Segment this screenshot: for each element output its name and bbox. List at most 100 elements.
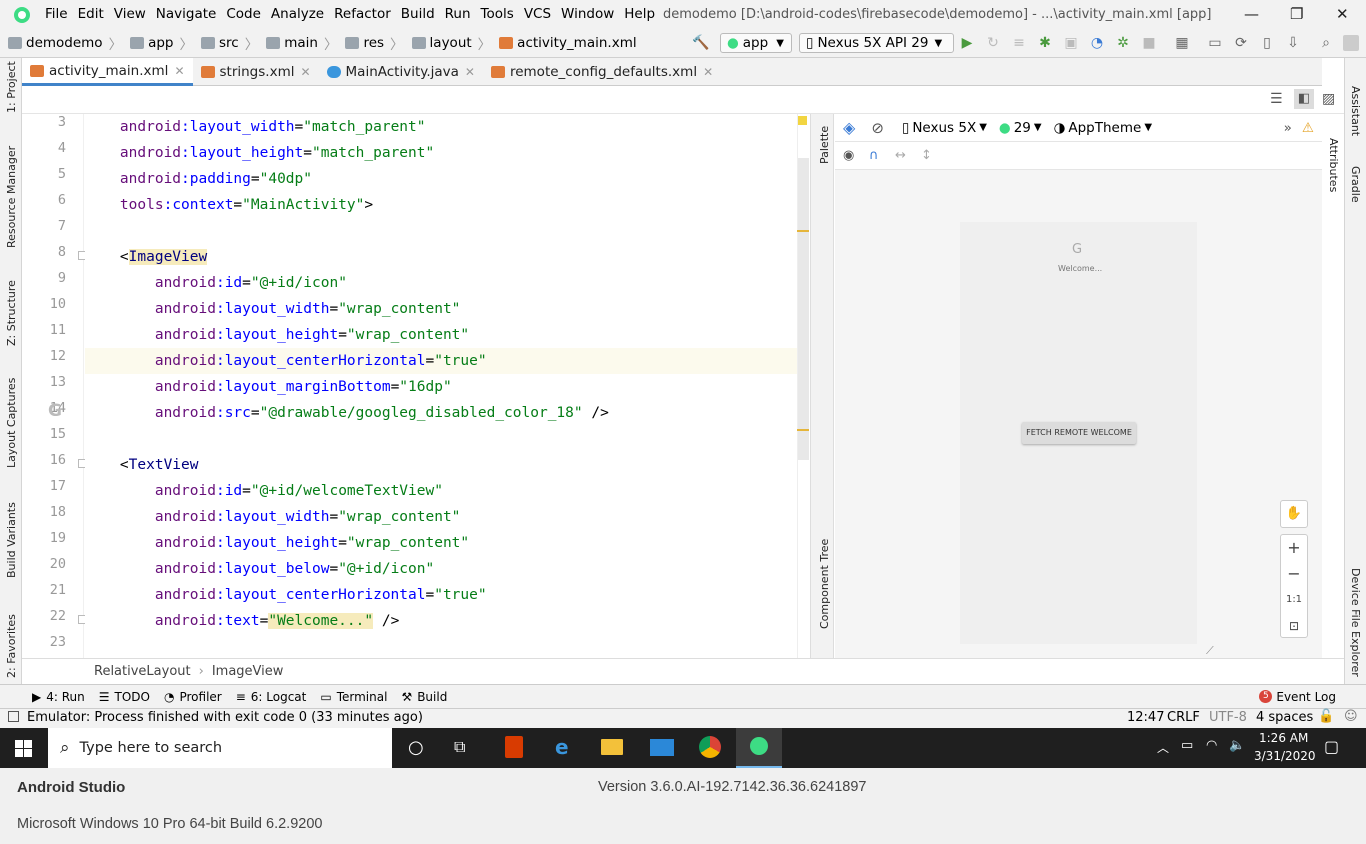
file-encoding[interactable]: UTF-8 xyxy=(1209,710,1247,725)
battery-icon[interactable]: ▭ xyxy=(1181,738,1193,753)
code-line[interactable]: android:layout_width="wrap_content" xyxy=(85,504,797,530)
fetch-remote-welcome-button[interactable]: FETCH REMOTE WELCOME xyxy=(1022,422,1136,444)
mail-icon[interactable] xyxy=(650,739,674,756)
attach-debugger-icon[interactable]: ✲ xyxy=(1115,35,1131,51)
split-view-icon[interactable]: ◧ xyxy=(1294,89,1314,109)
layout-captures-tool-button[interactable]: Layout Captures xyxy=(5,378,18,468)
close-window-button[interactable]: ✕ xyxy=(1336,5,1349,23)
device-preview[interactable]: G Welcome... FETCH REMOTE WELCOME xyxy=(960,222,1197,644)
menu-analyze[interactable]: Analyze xyxy=(266,0,329,29)
tab-mainactivity-java[interactable]: MainActivity.java ✕ xyxy=(319,58,483,86)
logcat-tool-button[interactable]: ≡ 6: Logcat xyxy=(236,690,307,704)
debug-icon[interactable]: ✱ xyxy=(1037,35,1053,51)
menu-run[interactable]: Run xyxy=(440,0,476,29)
code-line[interactable] xyxy=(85,218,797,244)
avd-manager-icon[interactable]: ▭ xyxy=(1207,35,1223,51)
code-line[interactable]: android:layout_height="wrap_content" xyxy=(85,322,797,348)
project-structure-icon[interactable]: ▦ xyxy=(1174,35,1190,51)
code-line[interactable] xyxy=(85,426,797,452)
task-view-icon[interactable]: ⧉ xyxy=(454,737,465,757)
profiler-tool-button[interactable]: ◔ Profiler xyxy=(164,690,222,704)
code-line[interactable]: android:layout_centerHorizontal="true" xyxy=(85,348,797,374)
breadcrumb-app[interactable]: app 〉 xyxy=(130,33,193,53)
api-level-dropdown[interactable]: ● 29 ▼ xyxy=(999,120,1042,136)
menu-help[interactable]: Help xyxy=(619,0,660,29)
device-manager-icon[interactable]: ▯ xyxy=(1259,35,1275,51)
vertical-resize-icon[interactable]: ↕ xyxy=(921,148,932,163)
run-tool-button[interactable]: ▶ 4: Run xyxy=(32,690,85,704)
scrollbar-thumb[interactable] xyxy=(798,158,809,460)
run-icon[interactable]: ▶ xyxy=(959,35,975,51)
code-line[interactable]: android:padding="40dp" xyxy=(85,166,797,192)
code-line[interactable]: android:src="@drawable/googleg_disabled_… xyxy=(85,400,797,426)
avatar[interactable] xyxy=(1343,35,1359,51)
volume-icon[interactable]: 🔈 xyxy=(1229,738,1245,753)
event-log-tool-button[interactable]: 5 Event Log xyxy=(1259,690,1336,704)
resize-handle-icon[interactable]: ⟋ xyxy=(1206,644,1214,658)
breadcrumb-res[interactable]: res 〉 xyxy=(345,33,404,53)
breadcrumb-imageview[interactable]: ImageView xyxy=(212,664,284,679)
design-device-dropdown[interactable]: ▯ Nexus 5X ▼ xyxy=(902,120,987,136)
google-g-image[interactable]: G xyxy=(1072,242,1082,257)
code-line[interactable]: android:id="@+id/icon" xyxy=(85,270,797,296)
terminal-tool-button[interactable]: ▭ Terminal xyxy=(320,690,387,704)
close-tab-icon[interactable]: ✕ xyxy=(465,65,475,79)
assistant-tool-button[interactable]: Assistant xyxy=(1349,86,1362,136)
menu-vcs[interactable]: VCS xyxy=(519,0,556,29)
code-line[interactable]: android:id="@+id/welcomeTextView" xyxy=(85,478,797,504)
inspector-icon[interactable]: ☺ xyxy=(1344,709,1358,724)
indent-setting[interactable]: 4 spaces xyxy=(1256,710,1313,725)
build-variants-tool-button[interactable]: Build Variants xyxy=(5,502,18,578)
code-line[interactable]: tools:context="MainActivity"> xyxy=(85,192,797,218)
warning-icon[interactable]: ⚠ xyxy=(1302,120,1314,136)
tab-remote-config-defaults-xml[interactable]: remote_config_defaults.xml ✕ xyxy=(483,58,721,86)
zoom-out-button[interactable]: − xyxy=(1281,561,1307,587)
chevron-up-icon[interactable]: ︿ xyxy=(1157,739,1169,756)
breadcrumb-relativelayout[interactable]: RelativeLayout xyxy=(94,664,191,679)
project-tool-button[interactable]: 1: Project xyxy=(5,61,18,113)
menu-view[interactable]: View xyxy=(109,0,151,29)
orientation-icon[interactable]: ⊘ xyxy=(871,119,884,137)
todo-tool-button[interactable]: ☰ TODO xyxy=(99,690,150,704)
code-line[interactable]: android:layout_width="match_parent" xyxy=(85,114,797,140)
code-line[interactable]: android:layout_width="wrap_content" xyxy=(85,296,797,322)
code-editor[interactable]: android:layout_width="match_parent" andr… xyxy=(85,114,797,658)
breadcrumb-src[interactable]: src 〉 xyxy=(201,33,258,53)
attributes-tool-button[interactable]: Attributes xyxy=(1327,138,1340,192)
drawable-preview-icon[interactable]: G xyxy=(48,401,62,421)
code-line[interactable]: android:layout_height="match_parent" xyxy=(85,140,797,166)
eye-icon[interactable]: ◉ xyxy=(843,148,854,163)
zoom-in-button[interactable]: + xyxy=(1281,535,1307,561)
clock-time[interactable]: 1:26 AM xyxy=(1259,731,1308,745)
menu-tools[interactable]: Tools xyxy=(476,0,519,29)
cortana-icon[interactable]: ○ xyxy=(408,737,424,758)
coverage-icon[interactable]: ▣ xyxy=(1063,35,1079,51)
design-view-icon[interactable]: ▨ xyxy=(1322,91,1335,107)
build-tool-button[interactable]: ⚒ Build xyxy=(401,690,447,704)
breadcrumb-demodemo[interactable]: demodemo 〉 xyxy=(8,33,122,53)
apply-changes-icon[interactable]: ↻ xyxy=(985,35,1001,51)
search-icon[interactable]: ⌕ xyxy=(1318,35,1334,51)
taskbar-search-box[interactable]: ⌕ Type here to search xyxy=(48,728,392,768)
file-explorer-icon[interactable] xyxy=(601,739,623,755)
component-tree-tool-button[interactable]: Component Tree xyxy=(818,539,831,629)
zoom-to-fit-button[interactable]: ⊡ xyxy=(1281,613,1307,639)
magnet-icon[interactable]: ∩ xyxy=(869,148,879,163)
tab-activity-main-xml[interactable]: activity_main.xml ✕ xyxy=(22,58,193,86)
device-file-explorer-tool-button[interactable]: Device File Explorer xyxy=(1349,568,1362,677)
code-line[interactable]: <TextView xyxy=(85,452,797,478)
notifications-icon[interactable]: ▢ xyxy=(1324,737,1339,756)
office-icon[interactable] xyxy=(505,736,523,758)
theme-dropdown[interactable]: ◑ AppTheme ▼ xyxy=(1054,120,1152,136)
sync-gradle-icon[interactable]: ⟳ xyxy=(1233,35,1249,51)
code-line[interactable] xyxy=(85,634,797,658)
code-line[interactable]: <ImageView xyxy=(85,244,797,270)
stop-icon[interactable]: ■ xyxy=(1141,35,1157,51)
minimize-button[interactable]: — xyxy=(1244,5,1259,23)
menu-file[interactable]: File xyxy=(40,0,73,29)
menu-build[interactable]: Build xyxy=(396,0,440,29)
menu-refactor[interactable]: Refactor xyxy=(329,0,396,29)
sdk-manager-icon[interactable]: ⇩ xyxy=(1285,35,1301,51)
device-dropdown[interactable]: ▯ Nexus 5X API 29 ▼ xyxy=(799,33,954,53)
clock-date[interactable]: 3/31/2020 xyxy=(1254,749,1316,763)
